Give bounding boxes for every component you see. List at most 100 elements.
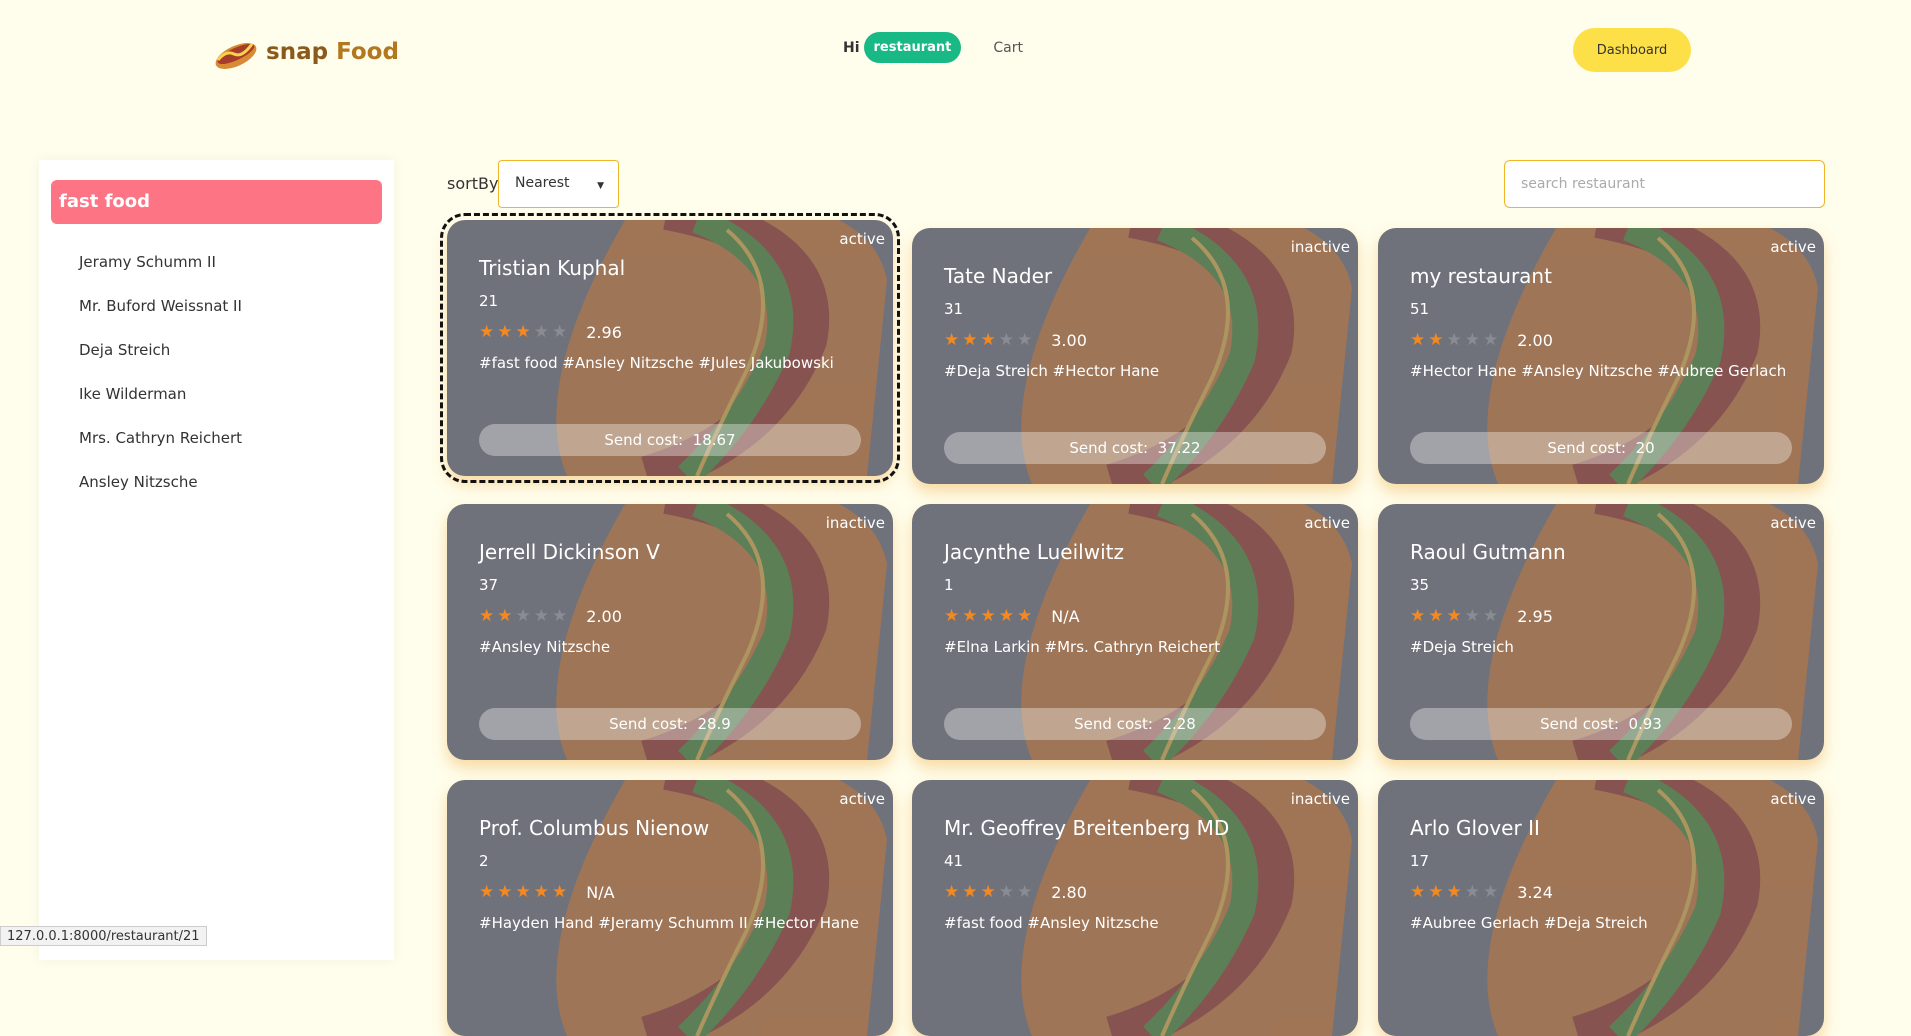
status-label: inactive: [825, 514, 885, 532]
restaurant-card[interactable]: active Raoul Gutmann 35 ★★★★★ 2.95 #Deja Stre…: [1378, 504, 1824, 760]
rating: ★★★★★ 3.24: [1410, 882, 1553, 902]
restaurant-card[interactable]: active Arlo Glover II 17 ★★★★★ 3.24 #Aubree G…: [1378, 780, 1824, 1036]
sidebar-item[interactable]: Ansley Nitzsche: [79, 473, 242, 517]
sidebar-item[interactable]: Mrs. Cathryn Reichert: [79, 429, 242, 473]
rating-value: N/A: [1051, 606, 1080, 626]
star-rating-icon: ★★★★★: [944, 606, 1036, 626]
restaurant-count: 1: [944, 576, 954, 594]
star-rating-icon: ★★★★★: [944, 330, 1036, 350]
rating: ★★★★★ 2.80: [944, 882, 1087, 902]
dashboard-button[interactable]: Dashboard: [1573, 28, 1691, 72]
status-label: active: [1770, 790, 1816, 808]
star-rating-icon: ★★★★★: [1410, 882, 1502, 902]
header: snap Food Hi restaurant Cart Dashboard: [0, 0, 1911, 100]
rating: ★★★★★ 2.00: [479, 606, 622, 626]
restaurant-count: 17: [1410, 852, 1430, 870]
restaurant-card[interactable]: inactive Mr. Geoffrey Breitenberg MD 41 ★★★…: [912, 780, 1358, 1036]
restaurant-tags: #Hector Hane #Ansley Nitzsche #Aubree Ge…: [1410, 362, 1787, 380]
greeting: Hi: [843, 39, 860, 56]
restaurant-tags: #fast food #Ansley Nitzsche: [944, 914, 1159, 932]
rating-value: 2.80: [1051, 882, 1087, 902]
sidebar: fast food Jeramy Schumm II Mr. Buford We…: [39, 160, 394, 960]
send-cost: Send cost: 37.22: [944, 432, 1326, 464]
restaurant-tags: #Elna Larkin #Mrs. Cathryn Reichert: [944, 638, 1221, 656]
rating: ★★★★★ N/A: [479, 882, 615, 902]
rating-value: 3.24: [1517, 882, 1553, 902]
restaurant-tags: #Deja Streich: [1410, 638, 1514, 656]
restaurant-name: Prof. Columbus Nienow: [479, 816, 710, 840]
nav: Hi restaurant Cart: [843, 32, 1023, 63]
restaurant-tags: #fast food #Ansley Nitzsche #Jules Jakub…: [479, 354, 834, 372]
status-label: inactive: [1290, 790, 1350, 808]
status-bar-url: 127.0.0.1:8000/restaurant/21: [0, 926, 207, 946]
sidebar-list: Jeramy Schumm II Mr. Buford Weissnat II …: [79, 253, 242, 517]
sidebar-item[interactable]: Mr. Buford Weissnat II: [79, 297, 242, 341]
sort-label: sortBy: [447, 174, 499, 193]
restaurant-name: Jacynthe Lueilwitz: [944, 540, 1124, 564]
restaurant-name: Tristian Kuphal: [479, 256, 626, 280]
restaurant-name: Arlo Glover II: [1410, 816, 1540, 840]
restaurant-count: 51: [1410, 300, 1430, 318]
status-label: inactive: [1290, 238, 1350, 256]
restaurant-name: my restaurant: [1410, 264, 1552, 288]
send-cost: Send cost: 18.67: [479, 424, 861, 456]
rating-value: 3.00: [1051, 330, 1087, 350]
status-label: active: [839, 230, 885, 248]
star-rating-icon: ★★★★★: [479, 322, 571, 342]
rating: ★★★★★ 2.95: [1410, 606, 1553, 626]
send-cost: Send cost: 20: [1410, 432, 1792, 464]
send-cost: Send cost: 0.93: [1410, 708, 1792, 740]
restaurant-tags: #Ansley Nitzsche: [479, 638, 611, 656]
status-label: active: [839, 790, 885, 808]
restaurant-card[interactable]: inactive Jerrell Dickinson V 37 ★★★★★ 2.00 #A…: [447, 504, 893, 760]
star-rating-icon: ★★★★★: [1410, 330, 1502, 350]
restaurant-card[interactable]: active my restaurant 51 ★★★★★ 2.00 #Hector Ha…: [1378, 228, 1824, 484]
restaurant-count: 2: [479, 852, 489, 870]
star-rating-icon: ★★★★★: [1410, 606, 1502, 626]
send-cost: Send cost: 28.9: [479, 708, 861, 740]
caret-down-icon: ▼: [597, 181, 604, 191]
star-rating-icon: ★★★★★: [944, 882, 1036, 902]
send-cost: Send cost: 2.28: [944, 708, 1326, 740]
rating-value: 2.96: [586, 322, 622, 342]
restaurant-card[interactable]: active Jacynthe Lueilwitz 1 ★★★★★ N/A #Elna L…: [912, 504, 1358, 760]
rating: ★★★★★ N/A: [944, 606, 1080, 626]
rating-value: 2.95: [1517, 606, 1553, 626]
logo-text: snap Food: [266, 39, 399, 65]
restaurant-count: 41: [944, 852, 964, 870]
rating: ★★★★★ 3.00: [944, 330, 1087, 350]
restaurant-tags: #Hayden Hand #Jeramy Schumm II #Hector H…: [479, 914, 859, 932]
rating: ★★★★★ 2.00: [1410, 330, 1553, 350]
sort-select[interactable]: Nearest ▼: [498, 160, 619, 208]
status-label: active: [1770, 514, 1816, 532]
star-rating-icon: ★★★★★: [479, 606, 571, 626]
sidebar-item-fast-food[interactable]: fast food: [51, 180, 382, 224]
star-rating-icon: ★★★★★: [479, 882, 571, 902]
hotdog-icon: [215, 43, 257, 69]
restaurant-name: Raoul Gutmann: [1410, 540, 1566, 564]
cart-link[interactable]: Cart: [993, 40, 1023, 56]
restaurant-card[interactable]: inactive Tate Nader 31 ★★★★★ 3.00 #Deja Strei…: [912, 228, 1358, 484]
status-label: active: [1770, 238, 1816, 256]
status-label: active: [1304, 514, 1350, 532]
restaurant-name: Jerrell Dickinson V: [479, 540, 660, 564]
sidebar-item[interactable]: Deja Streich: [79, 341, 242, 385]
restaurant-tags: #Deja Streich #Hector Hane: [944, 362, 1160, 380]
restaurant-count: 31: [944, 300, 964, 318]
search-input[interactable]: [1504, 160, 1825, 208]
rating-value: 2.00: [586, 606, 622, 626]
restaurant-count: 21: [479, 292, 499, 310]
restaurant-tags: #Aubree Gerlach #Deja Streich: [1410, 914, 1648, 932]
restaurant-card[interactable]: active Tristian Kuphal 21 ★★★★★ 2.96 #fast fo…: [440, 213, 900, 483]
user-badge[interactable]: restaurant: [863, 32, 962, 63]
restaurant-name: Mr. Geoffrey Breitenberg MD: [944, 816, 1230, 840]
sidebar-item[interactable]: Ike Wilderman: [79, 385, 242, 429]
rating: ★★★★★ 2.96: [479, 322, 622, 342]
sidebar-item[interactable]: Jeramy Schumm II: [79, 253, 242, 297]
rating-value: N/A: [586, 882, 615, 902]
restaurant-count: 37: [479, 576, 499, 594]
restaurant-card[interactable]: active Prof. Columbus Nienow 2 ★★★★★ N/A #Hay…: [447, 780, 893, 1036]
restaurant-name: Tate Nader: [944, 264, 1053, 288]
rating-value: 2.00: [1517, 330, 1553, 350]
logo[interactable]: snap Food: [212, 28, 399, 76]
